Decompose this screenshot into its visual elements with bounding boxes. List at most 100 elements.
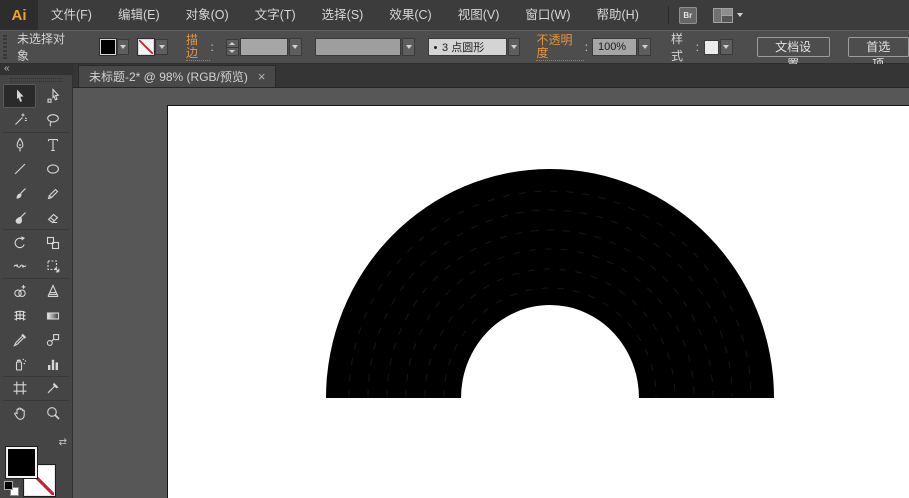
stroke-colon: : bbox=[211, 40, 214, 54]
shape-builder-tool-icon bbox=[12, 283, 28, 299]
width-profile-dropdown-button[interactable] bbox=[402, 38, 415, 56]
panel-grip-icon[interactable] bbox=[3, 35, 7, 59]
type-tool-icon bbox=[45, 137, 61, 153]
stroke-panel-link[interactable]: 描边 bbox=[186, 34, 210, 61]
gradient-tool[interactable] bbox=[36, 304, 69, 328]
artwork-arch-shape[interactable] bbox=[73, 88, 909, 498]
pencil-tool[interactable] bbox=[36, 182, 69, 206]
symbol-sprayer-tool[interactable] bbox=[3, 352, 36, 376]
line-segment-tool[interactable] bbox=[3, 157, 36, 181]
workspace-layout-icon bbox=[713, 8, 733, 23]
eraser-tool[interactable] bbox=[36, 206, 69, 230]
close-tab-icon[interactable]: × bbox=[258, 71, 266, 83]
bridge-button[interactable]: Br bbox=[679, 7, 697, 24]
slice-tool-icon bbox=[45, 380, 61, 396]
stroke-color-none-swatch[interactable] bbox=[138, 39, 154, 55]
lasso-tool-icon bbox=[45, 112, 61, 128]
default-fill-stroke-icon[interactable] bbox=[4, 481, 19, 496]
menu-item-window[interactable]: 窗口(W) bbox=[512, 0, 583, 30]
selection-tool-icon bbox=[12, 88, 28, 104]
chevron-down-icon bbox=[737, 13, 743, 17]
tools-panel-grip[interactable] bbox=[0, 75, 72, 84]
menu-item-view[interactable]: 视图(V) bbox=[445, 0, 513, 30]
fill-swatch-black[interactable] bbox=[6, 447, 37, 478]
style-dropdown-button[interactable] bbox=[720, 39, 733, 55]
shape-builder-tool[interactable] bbox=[3, 279, 36, 303]
selection-status-label: 未选择对象 bbox=[17, 30, 76, 64]
opacity-panel-link[interactable]: 不透明度 bbox=[536, 34, 583, 61]
blob-brush-tool[interactable] bbox=[3, 206, 36, 230]
menu-items: 文件(F)编辑(E)对象(O)文字(T)选择(S)效果(C)视图(V)窗口(W)… bbox=[38, 0, 652, 30]
symbol-sprayer-tool-icon bbox=[12, 356, 28, 372]
width-tool[interactable] bbox=[3, 255, 36, 279]
mesh-tool-icon bbox=[12, 308, 28, 324]
free-transform-tool[interactable] bbox=[36, 255, 69, 279]
collapse-panel-icon[interactable]: « bbox=[4, 63, 10, 74]
opacity-value: 100% bbox=[598, 41, 626, 53]
slice-tool[interactable] bbox=[36, 377, 69, 401]
eyedropper-tool[interactable] bbox=[3, 328, 36, 352]
lasso-tool[interactable] bbox=[36, 108, 69, 132]
control-bar: 未选择对象 描边 : 3 点圆形 不透明度 : 100% 样式 : 文档设置 首… bbox=[0, 30, 909, 64]
zoom-tool[interactable] bbox=[36, 401, 69, 425]
pen-tool-icon bbox=[12, 137, 28, 153]
perspective-grid-tool[interactable] bbox=[36, 279, 69, 303]
eyedropper-tool-icon bbox=[12, 332, 28, 348]
document-tab-bar: 未标题-2* @ 98% (RGB/预览) × bbox=[73, 64, 909, 88]
stroke-weight-stepper[interactable] bbox=[226, 39, 239, 56]
stroke-color-dropdown-button[interactable] bbox=[155, 39, 168, 55]
opacity-input[interactable]: 100% bbox=[592, 38, 637, 56]
arch-shape-path[interactable] bbox=[326, 169, 774, 398]
fill-color-swatch[interactable] bbox=[100, 39, 116, 55]
blend-tool-icon bbox=[45, 332, 61, 348]
scale-tool[interactable] bbox=[36, 230, 69, 254]
swap-fill-stroke-icon[interactable]: ⇄ bbox=[59, 437, 67, 448]
blob-brush-tool-icon bbox=[12, 210, 28, 226]
stepper-down-icon[interactable] bbox=[226, 47, 239, 56]
magic-wand-tool[interactable] bbox=[3, 108, 36, 132]
column-graph-tool[interactable] bbox=[36, 352, 69, 376]
workspace-switcher-button[interactable] bbox=[713, 8, 743, 23]
rotate-tool[interactable] bbox=[3, 230, 36, 254]
brush-definition-select[interactable]: 3 点圆形 bbox=[428, 38, 507, 56]
type-tool[interactable] bbox=[36, 133, 69, 157]
menu-item-select[interactable]: 选择(S) bbox=[309, 0, 377, 30]
brush-preview-dot-icon bbox=[434, 46, 437, 49]
magic-wand-tool-icon bbox=[12, 112, 28, 128]
selection-tool[interactable] bbox=[3, 84, 36, 108]
document-setup-button[interactable]: 文档设置 bbox=[757, 37, 830, 57]
stroke-weight-dropdown-button[interactable] bbox=[289, 38, 302, 56]
menu-item-help[interactable]: 帮助(H) bbox=[584, 0, 652, 30]
menu-item-effect[interactable]: 效果(C) bbox=[376, 0, 444, 30]
menu-item-file[interactable]: 文件(F) bbox=[38, 0, 105, 30]
width-tool-icon bbox=[12, 258, 28, 274]
tools-panel: « ⇄ bbox=[0, 64, 73, 498]
opacity-dropdown-button[interactable] bbox=[638, 38, 651, 56]
brush-dropdown-button[interactable] bbox=[508, 38, 521, 56]
brush-definition-value: 3 点圆形 bbox=[442, 39, 484, 55]
gradient-tool-icon bbox=[45, 308, 61, 324]
ellipse-tool[interactable] bbox=[36, 157, 69, 181]
stroke-weight-input[interactable] bbox=[240, 38, 288, 56]
canvas-pasteboard[interactable] bbox=[73, 88, 909, 498]
blend-tool[interactable] bbox=[36, 328, 69, 352]
tools-panel-header: « bbox=[0, 64, 72, 75]
style-swatch[interactable] bbox=[704, 40, 719, 55]
pen-tool[interactable] bbox=[3, 133, 36, 157]
preferences-button[interactable]: 首选项 bbox=[848, 37, 909, 57]
paintbrush-tool[interactable] bbox=[3, 182, 36, 206]
hand-tool[interactable] bbox=[3, 401, 36, 425]
perspective-grid-tool-icon bbox=[45, 283, 61, 299]
fill-color-dropdown-button[interactable] bbox=[117, 39, 130, 55]
artboard-tool[interactable] bbox=[3, 377, 36, 401]
width-profile-select[interactable] bbox=[315, 38, 401, 56]
fill-stroke-indicator: ⇄ bbox=[0, 425, 72, 498]
eraser-tool-icon bbox=[45, 210, 61, 226]
document-tab[interactable]: 未标题-2* @ 98% (RGB/预览) × bbox=[78, 65, 276, 87]
hand-tool-icon bbox=[12, 405, 28, 421]
direct-selection-tool[interactable] bbox=[36, 84, 69, 108]
menu-item-object[interactable]: 对象(O) bbox=[173, 0, 242, 30]
menu-item-type[interactable]: 文字(T) bbox=[242, 0, 309, 30]
menu-item-edit[interactable]: 编辑(E) bbox=[105, 0, 173, 30]
mesh-tool[interactable] bbox=[3, 304, 36, 328]
